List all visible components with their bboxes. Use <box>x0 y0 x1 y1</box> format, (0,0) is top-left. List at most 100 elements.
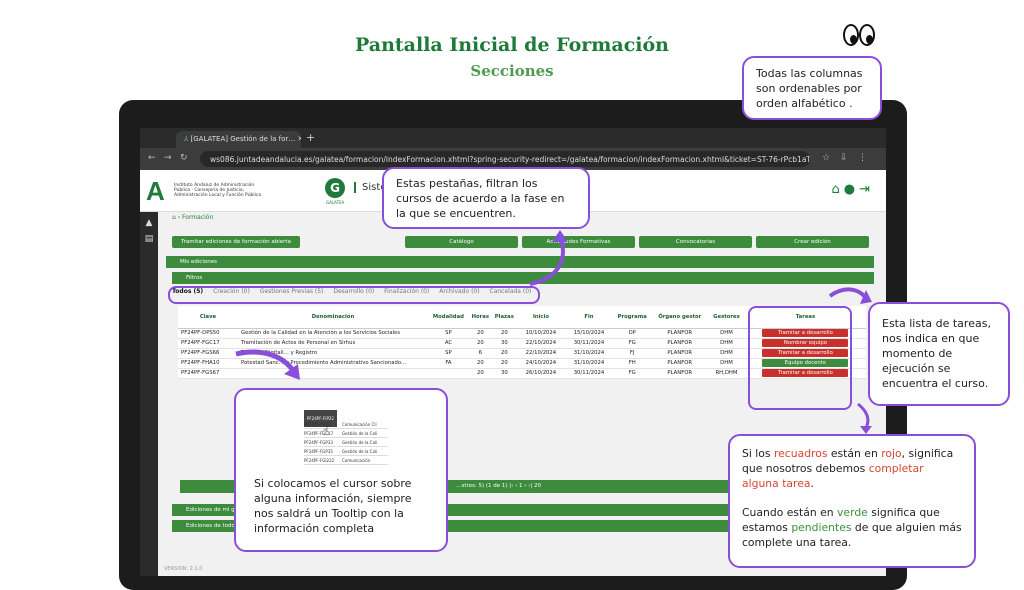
cell-plazas: 30 <box>491 368 517 379</box>
cell-plazas: 20 <box>491 358 517 369</box>
close-tab-icon[interactable]: ✕ <box>298 135 301 143</box>
tooltip-preview-cell: Gestión de la Cali <box>342 449 378 454</box>
browser-tab-label: [GALATEA] Gestión de la for… <box>190 135 296 143</box>
tooltip-callout: PF24PF-FIP22 PF24PF-FIP22 Comunicación Cl… <box>234 388 448 552</box>
eyes-icon <box>843 24 877 48</box>
col-modalidad[interactable]: Modalidad <box>428 306 469 329</box>
cell-prog: FH <box>612 358 652 369</box>
tabs-callout-text: Estas pestañas, filtran los cursos de ac… <box>396 177 565 220</box>
cell-ini: 22/10/2024 <box>516 338 565 349</box>
tooltip-preview-row: PF24PF-FGC17 Gestión de la Cali <box>304 429 388 438</box>
tooltip-preview-cell: Gestión de la Cali <box>342 440 378 445</box>
left-nav: ▲ ▤ <box>140 212 158 576</box>
col-denominacion[interactable]: Denominación <box>238 306 428 329</box>
menu-icon[interactable]: ⋮ <box>858 153 867 163</box>
filtros-label: Filtros <box>186 275 203 281</box>
logout-icon[interactable]: ⇥ <box>859 182 874 197</box>
cap-icon[interactable]: ▲ <box>140 218 158 228</box>
cell-org: PLANFOR <box>651 348 709 359</box>
cell-gest: DHM <box>708 348 745 359</box>
cell-mod: SP <box>428 328 469 339</box>
cell-org: PLANFOR <box>651 328 709 339</box>
convocatorias-button[interactable]: Convocatorias <box>639 236 752 248</box>
tooltip-preview-cell: PF24PF-FGI222 <box>304 458 335 463</box>
cell-mod: SP <box>428 348 469 359</box>
cell-horas: 20 <box>468 338 492 349</box>
col-programa[interactable]: Programa <box>612 306 652 329</box>
breadcrumb[interactable]: ⌂ › Formación <box>172 214 213 221</box>
cell-plazas: 20 <box>491 328 517 339</box>
header-icons: ⌂●⇥ <box>831 182 874 197</box>
tooltip-preview-row: PF24PF-FGP35 Gestión de la Cali <box>304 447 388 456</box>
cell-fin: 31/10/2024 <box>564 348 613 359</box>
cell-mod: AC <box>428 338 469 349</box>
tooltip-preview-cell: Comunicación Clí <box>342 422 377 427</box>
col-plazas[interactable]: Plazas <box>491 306 517 329</box>
download-icon[interactable]: ⇩ <box>840 153 848 163</box>
tooltip-preview-cell: Gestión de la Cali <box>342 431 378 436</box>
col-clave[interactable]: Clave <box>178 306 238 329</box>
galatea-logo: G <box>325 178 345 198</box>
breadcrumb-label[interactable]: Formación <box>182 214 213 221</box>
cell-prog: DP <box>612 328 652 339</box>
cell-ini: 24/10/2024 <box>516 358 565 369</box>
tasks-callout: Esta lista de tareas, nos indica en que … <box>868 302 1010 406</box>
cell-clave: PF24PF-FGS67 <box>178 368 238 379</box>
forward-icon[interactable]: → <box>164 153 172 163</box>
col-fin[interactable]: Fin <box>564 306 613 329</box>
col-gestores[interactable]: Gestores <box>708 306 745 329</box>
tasks-arrow-icon <box>828 287 872 304</box>
tabs-arrow-icon <box>529 230 568 286</box>
cell-fin: 31/10/2024 <box>564 358 613 369</box>
tooltip-preview-cell: PF24PF-FGP35 <box>304 449 333 454</box>
cell-gest: DHM <box>708 358 745 369</box>
tooltip-preview-cell: Comunicación <box>342 458 371 463</box>
star-icon[interactable]: ☆ <box>822 153 830 163</box>
list-icon[interactable]: ▤ <box>140 234 158 244</box>
cursor-hand-icon: ☝ <box>322 424 330 438</box>
col-organo[interactable]: Órgano gestor <box>651 306 709 329</box>
cell-org: PLANFOR <box>651 368 709 379</box>
mis-ediciones-label: Mis ediciones <box>180 259 217 265</box>
crear-edicion-button[interactable]: Crear edición <box>756 236 869 248</box>
version-label: VERSION: 2.1.0 <box>164 566 203 572</box>
new-tab-button[interactable]: + <box>306 131 315 144</box>
user-icon[interactable]: ● <box>844 182 859 197</box>
cell-fin: 30/11/2024 <box>564 338 613 349</box>
cell-org: PLANFOR <box>651 338 709 349</box>
cell-den: Gestión de la Calidad en la Atención a l… <box>238 328 428 339</box>
home-crumb-icon[interactable]: ⌂ <box>172 214 176 221</box>
tooltip-preview-row: PF24PF-FGP33 Gestión de la Cali <box>304 438 388 447</box>
color-arrow-icon <box>857 402 872 434</box>
col-horas[interactable]: Horas <box>468 306 492 329</box>
url-field[interactable]: ws086.juntadeandalucia.es/galatea/formac… <box>200 151 810 167</box>
cell-clave: PF24PF-FGC17 <box>178 338 238 349</box>
cell-gest: DHM <box>708 338 745 349</box>
col-inicio[interactable]: Inicio <box>516 306 565 329</box>
cell-clave: PF24PF-FHA10 <box>178 358 238 369</box>
cell-plazas: 30 <box>491 338 517 349</box>
cell-prog: FJ <box>612 348 652 359</box>
browser-tab[interactable]: ⅄ [GALATEA] Gestión de la for… ✕ <box>176 131 301 148</box>
tasks-callout-text: Esta lista de tareas, nos indica en que … <box>882 317 991 390</box>
cell-clave: PF24PF-DPS50 <box>178 328 238 339</box>
cell-gest: RH,DHM <box>708 368 745 379</box>
galatea-brand: GALATEA <box>326 200 345 205</box>
cell-mod: FA <box>428 358 469 369</box>
red-explanation: Si los recuadros están en rojo, signific… <box>742 447 954 490</box>
home-icon[interactable]: ⌂ <box>831 182 843 197</box>
institution-name: Instituto Andaluz de Administración Públ… <box>174 183 262 198</box>
junta-logo: A <box>146 176 165 206</box>
tramitar-ediciones-button[interactable]: Tramitar ediciones de formación abierta <box>172 236 300 248</box>
cell-fin: 15/10/2024 <box>564 328 613 339</box>
cell-prog: FG <box>612 368 652 379</box>
tooltip-preview-cell: PF24PF-FGP33 <box>304 440 333 445</box>
browser-tabbar: ⅄ [GALATEA] Gestión de la for… ✕ + <box>140 128 886 148</box>
cell-plazas: 20 <box>491 348 517 359</box>
tabs-callout: Estas pestañas, filtran los cursos de ac… <box>382 167 590 229</box>
back-icon[interactable]: ← <box>148 153 156 163</box>
tooltip-preview-row: PF24PF-FIP22 Comunicación Clí <box>304 420 388 429</box>
tabs-highlight <box>168 286 540 304</box>
reload-icon[interactable]: ↻ <box>180 153 188 163</box>
catalogo-button[interactable]: Catálogo <box>405 236 518 248</box>
